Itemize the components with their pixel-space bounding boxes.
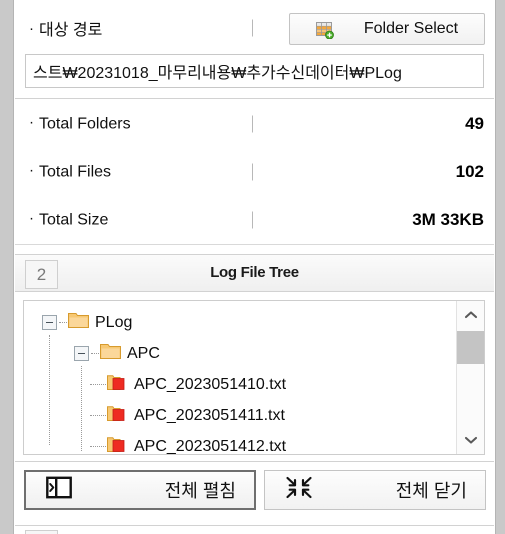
folder-scan-panel: · 대상 경로 Folder Select 스트₩20231018_마무리내용₩… — [0, 0, 505, 534]
total-size-value: 3M 33KB — [412, 210, 484, 229]
scroll-up-button[interactable] — [457, 301, 484, 329]
next-step-badge — [25, 530, 58, 534]
log-file-tree-view[interactable]: PLog APC APC_2023051410.txt APC_20230514… — [23, 300, 485, 455]
total-folders-row: · Total Folders 49 — [15, 100, 494, 148]
tree-node-label: APC_2023051410.txt — [134, 375, 287, 393]
tree-dot-leader — [59, 322, 67, 323]
total-folders-value: 49 — [465, 114, 484, 133]
expand-all-button[interactable]: 전체 펼침 — [24, 470, 256, 510]
total-files-label-text: Total Files — [39, 163, 112, 181]
row-separator — [252, 211, 253, 229]
scroll-down-button[interactable] — [457, 426, 484, 454]
target-path-label: · 대상 경로 — [29, 16, 102, 40]
bullet-icon: · — [29, 113, 34, 131]
total-folders-label: · Total Folders — [29, 115, 131, 134]
tree-node-label: PLog — [95, 313, 133, 331]
totals-list: · Total Folders 49 · Total Files 102 · Tota… — [15, 100, 494, 244]
target-path-input[interactable]: 스트₩20231018_마무리내용₩추가수신데이터₩PLog — [25, 54, 484, 88]
target-path-panel: · 대상 경로 Folder Select 스트₩20231018_마무리내용₩… — [15, 6, 494, 245]
log-file-icon — [107, 405, 128, 427]
bullet-icon: · — [29, 20, 34, 37]
row-separator — [252, 19, 253, 37]
tree-dot-leader — [90, 415, 106, 416]
log-file-tree-title: Log File Tree — [210, 264, 299, 281]
tree-node-file[interactable]: APC_2023051412.txt — [24, 431, 456, 455]
tree-dot-leader — [90, 446, 106, 447]
tree-node-label: APC — [127, 344, 160, 362]
collapse-arrows-icon — [285, 476, 313, 505]
bullet-icon: · — [29, 209, 34, 227]
chevron-up-icon — [464, 311, 478, 319]
log-file-icon — [107, 436, 128, 455]
tree-node-apc[interactable]: APC — [24, 338, 456, 369]
total-files-label: · Total Files — [29, 163, 111, 182]
folder-icon — [100, 343, 121, 365]
tree-node-label: APC_2023051412.txt — [134, 437, 287, 455]
expander-minus-icon[interactable] — [42, 315, 57, 330]
total-size-label: · Total Size — [29, 211, 108, 230]
scrollbar-thumb[interactable] — [457, 331, 484, 364]
total-files-row: · Total Files 102 — [15, 148, 494, 196]
folder-select-button[interactable]: Folder Select — [289, 13, 485, 45]
tree-node-file[interactable]: APC_2023051411.txt — [24, 400, 456, 431]
chevron-down-icon — [464, 436, 478, 444]
total-folders-label-text: Total Folders — [39, 115, 131, 133]
tree-canvas: PLog APC APC_2023051410.txt APC_20230514… — [24, 301, 456, 454]
collapse-all-button[interactable]: 전체 닫기 — [264, 470, 486, 510]
target-path-label-text: 대상 경로 — [39, 22, 103, 39]
target-path-value: 스트₩20231018_마무리내용₩추가수신데이터₩PLog — [33, 65, 402, 82]
total-size-label-text: Total Size — [39, 211, 109, 229]
total-size-row: · Total Size 3M 33KB — [15, 196, 494, 244]
folder-icon — [68, 312, 89, 334]
folder-select-button-label: Folder Select — [363, 20, 459, 37]
collapse-all-button-label: 전체 닫기 — [395, 481, 467, 501]
content-column: · 대상 경로 Folder Select 스트₩20231018_마무리내용₩… — [15, 6, 494, 534]
next-section-sliver — [15, 525, 494, 534]
tree-action-bar: 전체 펼침 전체 닫기 — [15, 461, 494, 519]
row-separator — [252, 163, 253, 181]
expand-panel-icon — [46, 476, 72, 504]
expand-all-button-label: 전체 펼침 — [164, 481, 236, 501]
tree-dot-leader — [91, 353, 99, 354]
expander-minus-icon[interactable] — [74, 346, 89, 361]
window-edge-left — [0, 0, 14, 534]
tree-node-file[interactable]: APC_2023051410.txt — [24, 369, 456, 400]
divider-above-totals — [15, 98, 494, 99]
window-edge-right — [495, 0, 505, 534]
row-separator — [252, 115, 253, 133]
tree-scrollbar[interactable] — [456, 301, 484, 454]
log-file-tree-header: 2 Log File Tree — [15, 254, 494, 292]
bullet-icon: · — [29, 161, 34, 179]
target-path-row: · 대상 경로 Folder Select — [15, 6, 494, 50]
tree-dot-leader — [90, 384, 106, 385]
tree-node-label: APC_2023051411.txt — [134, 406, 285, 424]
total-files-value: 102 — [455, 162, 484, 181]
tree-node-plog[interactable]: PLog — [24, 307, 456, 338]
log-file-icon — [107, 374, 128, 396]
